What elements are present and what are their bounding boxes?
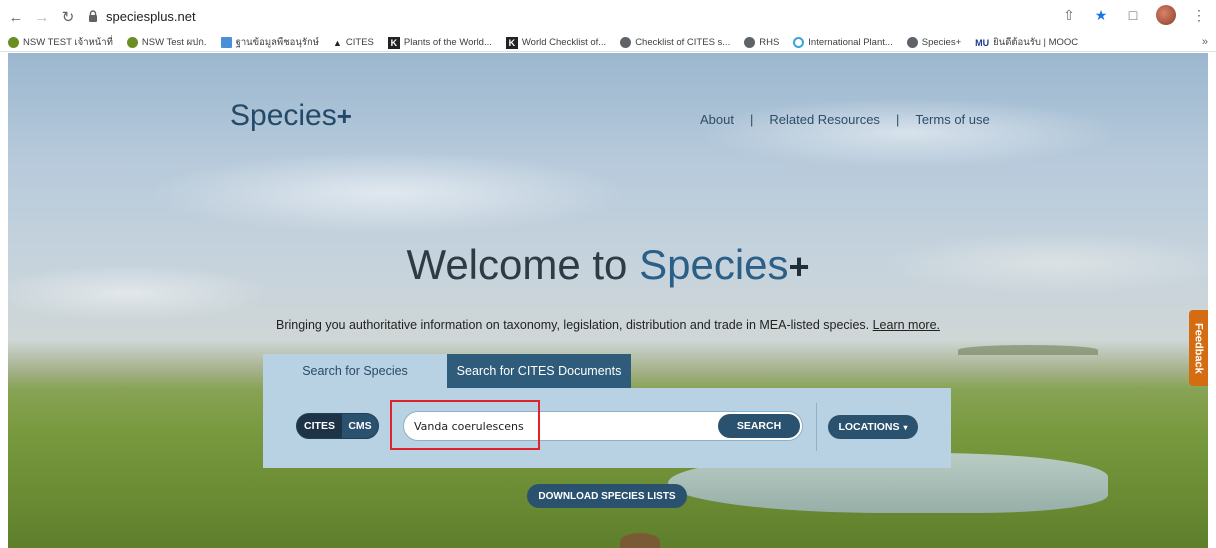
tagline: Bringing you authoritative information o…	[275, 318, 941, 332]
url-text: speciesplus.net	[106, 8, 196, 24]
menu-dots-icon[interactable]: ⋮	[1190, 6, 1208, 24]
toggle-cms[interactable]: CMS	[342, 420, 378, 432]
locations-button[interactable]: LOCATIONS ▾	[828, 415, 918, 439]
bookmarks-bar: NSW TEST เจ้าหน้าที่ NSW Test ผปก. ฐานข้…	[0, 34, 1216, 52]
taxonomy-toggle: CITES CMS	[296, 413, 379, 439]
nav-separator: |	[895, 112, 900, 127]
k-logo-icon: K	[505, 36, 518, 49]
background-hill	[958, 345, 1098, 355]
panel-divider	[816, 403, 817, 451]
bookmark-item[interactable]: K World Checklist of...	[505, 36, 606, 49]
profile-avatar[interactable]	[1156, 5, 1176, 25]
bookmark-item[interactable]: NSW Test ผปก.	[126, 35, 207, 50]
toggle-cites[interactable]: CITES	[297, 414, 342, 438]
download-species-lists-button[interactable]: DOWNLOAD SPECIES LISTS	[527, 484, 687, 508]
back-arrow-icon[interactable]: ←	[6, 7, 26, 27]
bookmark-item[interactable]: Checklist of CITES s...	[620, 37, 730, 48]
welcome-heading: Welcome to Species+	[406, 241, 810, 288]
bookmarks-overflow[interactable]: »	[1202, 36, 1208, 48]
circle-icon	[793, 37, 805, 48]
share-icon[interactable]: ⇧	[1060, 6, 1078, 24]
nav-related-resources[interactable]: Related Resources	[769, 112, 880, 127]
globe-icon	[744, 37, 756, 48]
address-bar[interactable]: speciesplus.net	[86, 5, 1156, 27]
bookmark-item[interactable]: International Plant...	[793, 37, 893, 48]
bookmark-star-icon[interactable]: ★	[1092, 6, 1110, 24]
search-panel: CITES CMS SEARCH LOCATIONS ▾	[263, 388, 951, 468]
nav-about[interactable]: About	[700, 112, 734, 127]
background-animal	[620, 533, 660, 548]
bookmark-item[interactable]: Species+	[906, 37, 961, 48]
bookmark-item[interactable]: K Plants of the World...	[387, 36, 492, 49]
side-panel-icon[interactable]: □	[1124, 6, 1142, 24]
bookmark-item[interactable]: MU ยินดีต้อนรับ | MOOC	[975, 35, 1078, 50]
tab-search-species[interactable]: Search for Species	[263, 354, 447, 388]
top-navigation: About | Related Resources | Terms of use	[700, 112, 990, 127]
k-logo-icon: K	[387, 36, 400, 49]
globe-icon	[906, 37, 918, 48]
lock-icon	[89, 10, 97, 22]
learn-more-link[interactable]: Learn more.	[873, 318, 940, 332]
doc-icon	[220, 37, 232, 48]
forward-arrow-icon[interactable]: →	[32, 7, 52, 27]
browser-toolbar: ← → ↻ speciesplus.net ⇧ ★ □ ⋮	[0, 0, 1216, 34]
annotation-highlight-box	[390, 400, 540, 450]
nav-terms-of-use[interactable]: Terms of use	[915, 112, 989, 127]
bookmark-item[interactable]: RHS	[744, 37, 779, 48]
search-button[interactable]: SEARCH	[718, 414, 800, 438]
cites-logo-icon: ▲	[332, 37, 342, 48]
green-circle-icon	[8, 37, 19, 48]
feedback-tab[interactable]: Feedback	[1189, 310, 1208, 386]
reload-icon[interactable]: ↻	[58, 7, 78, 27]
caret-down-icon: ▾	[903, 422, 908, 432]
page-background: Species+ About | Related Resources | Ter…	[8, 53, 1208, 548]
bookmark-item[interactable]: ฐานข้อมูลพืชอนุรักษ์	[220, 35, 319, 50]
nav-separator: |	[749, 112, 754, 127]
bookmark-item[interactable]: ▲ CITES	[333, 37, 374, 48]
tab-search-cites-documents[interactable]: Search for CITES Documents	[447, 354, 631, 388]
mu-logo-icon: MU	[975, 37, 990, 48]
site-logo[interactable]: Species+	[230, 99, 352, 133]
globe-icon	[620, 37, 632, 48]
green-circle-icon	[126, 37, 138, 48]
bookmark-item[interactable]: NSW TEST เจ้าหน้าที่	[8, 35, 113, 50]
